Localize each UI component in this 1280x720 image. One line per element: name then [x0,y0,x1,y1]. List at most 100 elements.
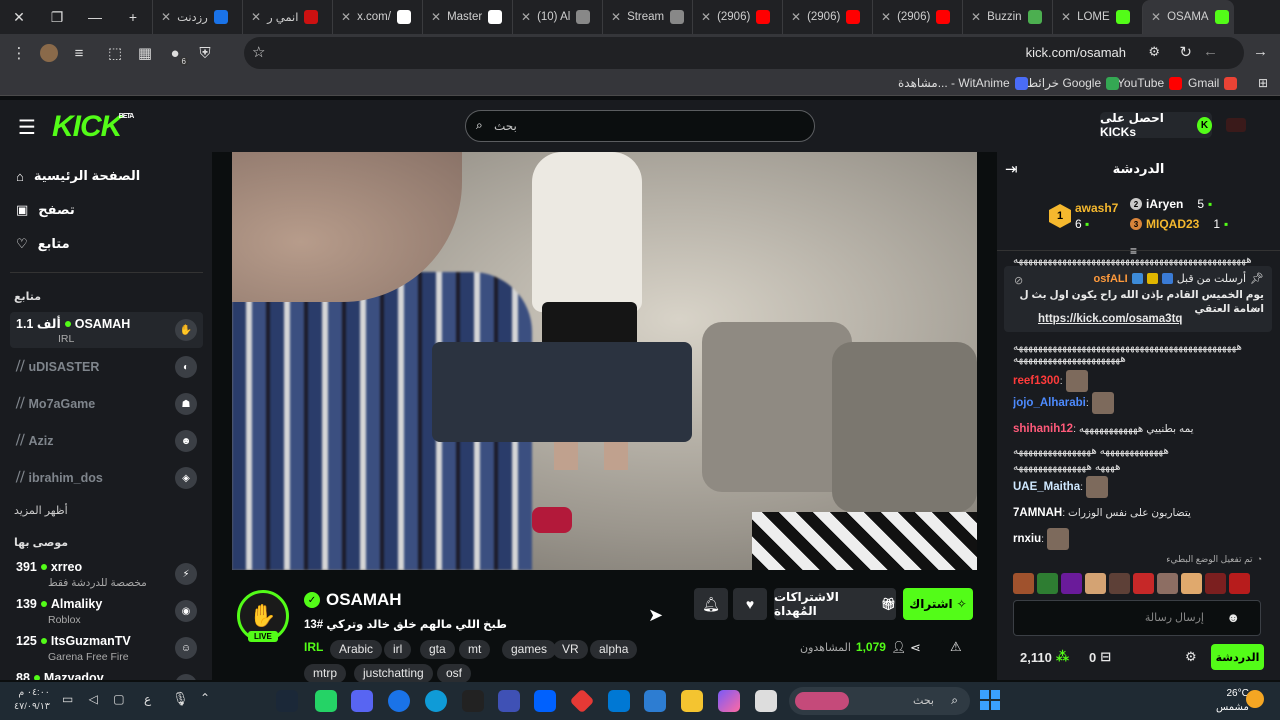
video-player[interactable] [232,152,977,570]
browser-tab[interactable]: ✕ Buzzin [962,0,1052,34]
bookmark-youtube[interactable]: YouTube [1117,76,1183,90]
edge-icon[interactable] [425,690,447,712]
pinned-link[interactable]: https://kick.com/osama3tq [1038,313,1182,325]
whatsapp-icon[interactable] [315,690,337,712]
kick-logo[interactable]: KICK BETA [52,110,134,144]
shield-icon[interactable]: ⛨ [190,38,220,68]
nav-home[interactable]: ⌂ الصفحة الرئيسية [16,168,140,184]
site-settings-icon[interactable]: ⚙ [1148,44,1160,60]
following-channel[interactable]: ⧸⧸ Mo7aGame ☗ [10,386,203,422]
get-kicks-button[interactable]: احصل على KICKs K [1100,111,1212,139]
share-icon[interactable]: ⋖ [910,640,921,656]
kicks-balance[interactable]: 2,110 ⁂ [1020,649,1069,665]
stream-tag[interactable]: games [502,640,557,659]
microphone-icon[interactable]: 🎙︎ [172,691,189,707]
bookmark-google-maps[interactable]: خرائط Google [1027,76,1120,90]
chat-username[interactable]: jojo_Alharabi [1013,397,1086,409]
following-channel[interactable]: ⧸⧸ ibrahim_dos ◈ [10,460,203,496]
emote-icon[interactable] [1013,573,1034,594]
stream-tag[interactable]: alpha [590,640,638,659]
app-icon[interactable] [755,690,777,712]
emote-icon[interactable] [1133,573,1154,594]
browser-tab[interactable]: ✕ Master [422,0,512,34]
discord-icon[interactable] [351,690,373,712]
epic-games-icon[interactable] [462,690,484,712]
send-chat-button[interactable]: الدردشة [1211,644,1264,670]
stream-tag[interactable]: mt [459,640,491,659]
stream-tag[interactable]: justchatting [354,664,433,683]
user-avatar[interactable] [1226,118,1246,132]
browser-tab[interactable]: ✕ رزدنت [152,0,242,34]
apps-grid-icon[interactable]: ⊞ [1258,76,1268,90]
browser-tab[interactable]: ✕ (10) Al [512,0,602,34]
recommended-channel[interactable]: 391 xrreo مخصصة للدردشة فقط ⚡ [10,556,203,592]
steam-icon[interactable] [276,690,298,712]
emote-icon[interactable] [1229,573,1250,594]
bookmark-gmail[interactable]: Gmail [1188,76,1238,90]
chat-username[interactable]: UAE_Maitha [1013,481,1080,493]
search-input[interactable]: ⌕ بحث [465,110,815,142]
close-tab-icon[interactable]: ✕ [881,10,891,24]
stream-tag[interactable]: Arabic [330,640,383,659]
emote-icon[interactable] [1037,573,1058,594]
close-tab-icon[interactable]: ✕ [431,10,441,24]
file-explorer-icon[interactable] [681,690,703,712]
app-icon[interactable] [569,688,595,714]
stream-tag[interactable]: irl [384,640,412,659]
copilot-icon[interactable] [718,690,740,712]
close-window-icon[interactable]: ✕ [0,0,38,34]
stream-tag[interactable]: mtrp [304,664,346,683]
follow-heart-button[interactable]: ♥ [733,588,767,620]
following-channel[interactable]: ⧸⧸ Aziz ☻ [10,423,203,459]
profile-avatar-icon[interactable] [34,38,64,68]
recommended-channel[interactable]: 125 ItsGuzmanTV Garena Free Fire ☺ [10,630,203,666]
menu-kebab-icon[interactable]: ⋮ [4,38,34,68]
close-tab-icon[interactable]: ✕ [161,10,171,24]
app-icon[interactable] [498,690,520,712]
tray-chevron-icon[interactable]: ⌃ [200,691,210,705]
extension-app-icon[interactable]: ▦ [130,38,160,68]
chat-username[interactable]: rnxiu [1013,533,1041,545]
back-icon[interactable]: → [1253,43,1268,60]
chrome-icon[interactable] [388,690,410,712]
close-tab-icon[interactable]: ✕ [701,10,711,24]
chat-username[interactable]: 7AMNAH [1013,507,1062,519]
outlook-icon[interactable] [608,690,630,712]
gift-count[interactable]: 0 ⊟ [1089,649,1111,665]
notification-bell-button[interactable]: 🔔︎ [694,588,728,620]
playlist-icon[interactable]: ≡ [64,38,94,68]
close-tab-icon[interactable]: ✕ [1061,10,1071,24]
system-tray-icons[interactable]: ▭ ◁ ▢ [62,692,131,706]
close-tab-icon[interactable]: ✕ [1151,10,1161,24]
leaderboard-entry[interactable]: 2 iAryen 5 ▪ [1130,197,1212,211]
reload-icon[interactable]: ↻ [1179,43,1192,61]
gift-subs-button[interactable]: الاشتراكات المُهداة 🎁︎ [774,588,896,620]
chat-settings-icon[interactable]: ⚙ [1185,649,1197,665]
stream-tag[interactable]: osf [437,664,472,683]
report-warning-icon[interactable]: ⚠ [950,639,962,655]
following-channel[interactable]: 1.1 ألف OSAMAH IRL ✋ [10,312,203,348]
close-tab-icon[interactable]: ✕ [791,10,801,24]
emote-icon[interactable] [1061,573,1082,594]
dropbox-icon[interactable] [534,690,556,712]
leaderboard-entry[interactable]: 1 awash7 6 ▪ [1049,200,1118,232]
chat-username[interactable]: reef1300 [1013,375,1060,387]
show-more-link[interactable]: أظهر المزيد [14,504,68,517]
recommended-channel[interactable]: 139 Almaliky Roblox ◉ [10,593,203,629]
emote-icon[interactable] [1109,573,1130,594]
browser-tab[interactable]: ✕ (2906) [872,0,962,34]
browser-tab[interactable]: ✕ LOME [1052,0,1142,34]
subscribe-button[interactable]: اشتراك ✧ [903,588,973,620]
close-tab-icon[interactable]: ✕ [251,10,261,24]
leaderboard-entry[interactable]: 3 MIQAD23 1 ▪ [1130,217,1228,231]
forward-icon[interactable]: ← [1203,43,1218,60]
emote-icon[interactable] [1181,573,1202,594]
bookmark-star-icon[interactable]: ☆ [252,43,265,61]
emoji-icon[interactable]: ☻ [1226,610,1240,625]
hide-pin-icon[interactable]: ⊘ [1014,274,1023,287]
chat-message-input[interactable]: إرسال رسالة ☻ [1013,600,1261,636]
emote-icon[interactable] [1085,573,1106,594]
close-tab-icon[interactable]: ✕ [341,10,351,24]
browser-tab[interactable]: ✕ x.com/ [332,0,422,34]
stream-tag[interactable]: gta [420,640,455,659]
